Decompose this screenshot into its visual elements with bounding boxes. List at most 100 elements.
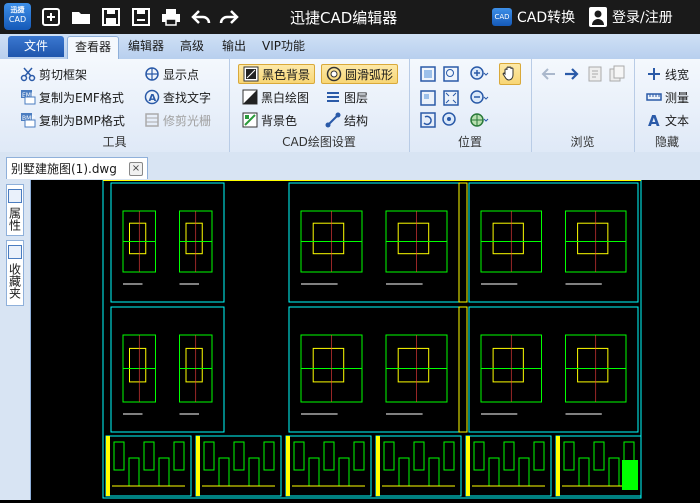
detail-element <box>608 457 620 487</box>
folder-icon <box>72 12 90 24</box>
tab-output[interactable]: 输出 <box>222 34 246 59</box>
plan-room <box>129 347 147 383</box>
zoom-window-icon <box>443 66 459 82</box>
tab-viewer[interactable]: 查看器 <box>67 36 119 60</box>
hide-group-label: 隐藏 <box>654 135 679 149</box>
detail-element <box>158 457 170 487</box>
find-text-label: 查找文字 <box>163 90 212 105</box>
tab-favorites-label: 收藏夹 <box>7 263 22 299</box>
globe-icon <box>470 113 489 127</box>
rotate-icon <box>420 112 436 128</box>
forward-button[interactable] <box>561 65 581 83</box>
file-menu[interactable]: 文件 <box>8 36 64 57</box>
undo-button[interactable] <box>190 6 212 28</box>
new-file-button[interactable] <box>40 6 62 28</box>
copy-emf-button[interactable]: EMF 复制为EMF格式 <box>20 87 124 107</box>
tools-group-label: 工具 <box>102 135 127 149</box>
svg-text:A: A <box>149 93 157 104</box>
zoom-out-button[interactable] <box>469 89 489 107</box>
detail-element <box>398 457 410 487</box>
detail-element <box>518 457 530 487</box>
smooth-arc-button[interactable]: 圆滑弧形 <box>321 64 399 84</box>
show-points-button[interactable]: 显示点 <box>144 64 199 84</box>
fit-window-button[interactable] <box>418 65 438 83</box>
background-color-button[interactable]: 背景色 <box>242 110 297 130</box>
title-strip <box>458 182 468 303</box>
redo-button[interactable] <box>218 6 240 28</box>
save-button[interactable] <box>100 6 122 28</box>
plan-room <box>312 347 345 383</box>
zoom-in-button[interactable] <box>469 65 489 83</box>
zoom-window-button[interactable] <box>441 65 461 83</box>
plan-room <box>577 347 609 383</box>
black-background-button[interactable]: 黑色背景 <box>238 64 316 84</box>
line-width-label: 线宽 <box>665 67 690 82</box>
cad-convert-button[interactable]: CAD CAD转换 <box>492 6 575 28</box>
tab-advanced[interactable]: 高级 <box>180 34 204 59</box>
login-button[interactable]: 登录/注册 <box>589 6 673 28</box>
pan-hand-button[interactable] <box>499 63 521 85</box>
document-tab[interactable]: 别墅建施图(1).dwg × <box>6 157 148 179</box>
printer-icon <box>162 9 180 26</box>
user-icon <box>589 7 607 27</box>
trim-raster-button[interactable]: 修剪光栅 <box>144 110 211 130</box>
text-a-icon: A <box>648 112 660 128</box>
structure-button[interactable]: 结构 <box>325 110 368 130</box>
detail-element <box>143 441 155 471</box>
print-button[interactable] <box>160 6 182 28</box>
browse-copy-button[interactable] <box>607 65 627 83</box>
plan-room <box>312 222 345 255</box>
copy-bmp-button[interactable]: BMP 复制为BMP格式 <box>20 110 125 130</box>
detail-sheet <box>105 435 192 497</box>
text-button[interactable]: A 文本 <box>646 110 689 130</box>
measure-button[interactable]: 测量 <box>646 87 689 107</box>
layers-icon <box>327 92 339 102</box>
line-width-button[interactable]: 线宽 <box>646 64 689 84</box>
detail-element <box>308 457 320 487</box>
plus-icon <box>42 8 60 26</box>
bmp-icon: BMP <box>21 113 36 128</box>
cad-drawing <box>102 179 642 499</box>
cad-settings-group: 黑色背景 黑白绘图 背景色 圆滑弧形 图层 结构 CAD绘图设置 <box>229 59 410 152</box>
detail-element <box>473 441 485 471</box>
title-strip <box>458 306 468 433</box>
drawing-panel <box>288 306 460 433</box>
emf-icon: EMF <box>21 90 36 105</box>
previous-view-icon <box>420 90 436 106</box>
drawing-canvas[interactable] <box>31 179 700 500</box>
zoom-realtime-button[interactable] <box>441 111 461 129</box>
orbit-button[interactable] <box>469 111 489 129</box>
structure-label: 结构 <box>344 113 369 128</box>
hide-group: 线宽 测量 A 文本 隐藏 <box>634 59 700 152</box>
detail-title-strip <box>106 436 110 496</box>
bw-drawing-label: 黑白绘图 <box>261 90 310 105</box>
close-icon[interactable]: × <box>129 162 143 176</box>
back-button[interactable] <box>539 65 559 83</box>
tab-vip[interactable]: VIP功能 <box>262 34 305 59</box>
drawing-panel <box>110 306 225 433</box>
detail-element <box>443 441 455 471</box>
detail-element <box>488 457 500 487</box>
detail-element <box>218 457 230 487</box>
background-color-label: 背景色 <box>261 113 298 128</box>
tab-editor[interactable]: 编辑器 <box>128 34 164 59</box>
previous-view-button[interactable] <box>418 89 438 107</box>
browse-page-button[interactable] <box>585 65 605 83</box>
tab-properties[interactable]: 属性 <box>6 184 24 236</box>
zoom-extents-button[interactable] <box>441 89 461 107</box>
arrow-left-icon <box>541 68 555 80</box>
open-file-button[interactable] <box>70 6 92 28</box>
tab-favorites[interactable]: 收藏夹 <box>6 240 24 306</box>
detail-element <box>263 441 275 471</box>
detail-element <box>248 457 260 487</box>
measure-label: 测量 <box>665 90 690 105</box>
line-width-icon <box>648 68 660 80</box>
layers-button[interactable]: 图层 <box>325 87 368 107</box>
bw-drawing-button[interactable]: 黑白绘图 <box>242 87 309 107</box>
save-as-button[interactable] <box>130 6 152 28</box>
tab-properties-label: 属性 <box>7 207 22 231</box>
menu-bar: 文件 查看器 编辑器 高级 输出 VIP功能 <box>0 34 700 60</box>
find-text-button[interactable]: A 查找文字 <box>144 87 211 107</box>
rotate-button[interactable] <box>418 111 438 129</box>
cut-frame-button[interactable]: 剪切框架 <box>20 64 87 84</box>
